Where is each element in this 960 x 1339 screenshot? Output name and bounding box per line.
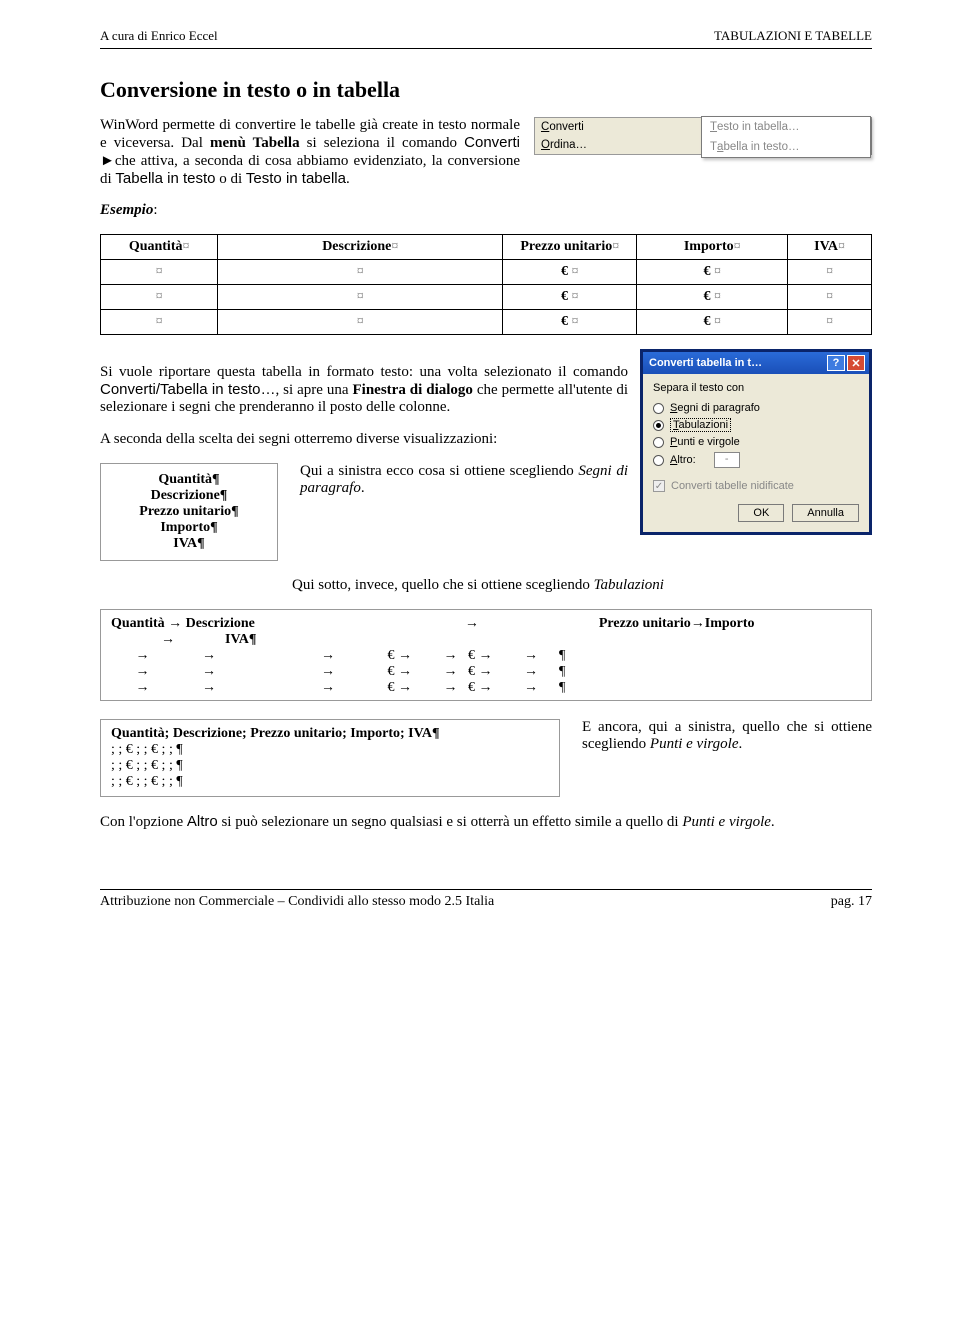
th-descrizione: Descrizione: [322, 239, 391, 254]
altro-input[interactable]: -: [714, 452, 740, 468]
radio-altro[interactable]: Altro: -: [653, 450, 859, 470]
dialog-title: Converti tabella in t…: [649, 357, 827, 369]
header-rule: [100, 48, 872, 49]
dialog-section-label: Separa il testo con: [653, 382, 859, 394]
submenu-testo-in-tabella[interactable]: Testo in tabella…: [702, 117, 870, 137]
intro-paragraph: WinWord permette di convertire le tabell…: [100, 117, 520, 188]
intro-text-i: .: [346, 171, 350, 187]
table-row: ¤ ¤ € ¤ € ¤ ¤: [101, 260, 872, 285]
note-1: Qui a sinistra ecco cosa si ottiene sceg…: [290, 463, 628, 497]
check-nidificate: ✓Converti tabelle nidificate: [653, 480, 859, 492]
cancel-button[interactable]: Annulla: [792, 504, 859, 522]
intro-opt2: Testo in tabella: [246, 170, 346, 187]
paragraph-2: Si vuole riportare questa tabella in for…: [100, 364, 628, 416]
table-row: ¤ ¤ € ¤ € ¤ ¤: [101, 310, 872, 335]
th-prezzo: Prezzo unitario: [520, 239, 612, 254]
note-3: E ancora, qui a sinistra, quello che si …: [582, 719, 872, 753]
dialog-help-button[interactable]: ?: [827, 355, 845, 371]
tabulazioni-result-box: Quantità → Descrizione→Prezzo unitario→I…: [100, 609, 872, 701]
th-iva: IVA: [814, 239, 838, 254]
punti-virgole-result-box: Quantità; Descrizione; Prezzo unitario; …: [100, 719, 560, 797]
ok-button[interactable]: OK: [738, 504, 784, 522]
intro-menu: menù Tabella: [210, 135, 300, 151]
intro-opt1: Tabella in testo: [115, 170, 215, 187]
note-2: Qui sotto, invece, quello che si ottiene…: [292, 577, 872, 594]
example-table: Quantità¤ Descrizione¤ Prezzo unitario¤ …: [100, 234, 872, 335]
page-title: Conversione in testo o in tabella: [100, 77, 872, 103]
th-importo: Importo: [684, 239, 734, 254]
footer-rule: [100, 889, 872, 890]
intro-text-c: si seleziona il comando: [300, 135, 465, 151]
radio-punti-virgole[interactable]: Punti e virgole: [653, 434, 859, 450]
convert-dialog: Converti tabella in t… ? ✕ Separa il tes…: [640, 349, 872, 535]
th-quantita: Quantità: [129, 239, 183, 254]
radio-segni-paragrafo[interactable]: Segni di paragrafo: [653, 400, 859, 416]
footer-right: pag. 17: [831, 894, 872, 910]
header-right: TABULAZIONI E TABELLE: [714, 28, 872, 44]
radio-tabulazioni[interactable]: Tabulazioni: [653, 416, 859, 434]
dialog-close-button[interactable]: ✕: [847, 355, 865, 371]
final-paragraph: Con l'opzione Altro si può selezionare u…: [100, 813, 872, 831]
context-menu: Converti ▶ Testo in tabella… Tabella in …: [534, 117, 872, 155]
esempio-label: Esempio:: [100, 202, 872, 219]
header-left: A cura di Enrico Eccel: [100, 28, 218, 44]
paragraph-result-box: Quantità¶ Descrizione¶ Prezzo unitario¶ …: [100, 463, 278, 561]
footer-left: Attribuzione non Commerciale – Condividi…: [100, 894, 494, 910]
paragraph-3: A seconda della scelta dei segni otterre…: [100, 431, 628, 448]
menu-ordina[interactable]: Ordina…: [535, 136, 871, 154]
intro-text-g: o di: [216, 171, 246, 187]
table-row: ¤ ¤ € ¤ € ¤ ¤: [101, 285, 872, 310]
